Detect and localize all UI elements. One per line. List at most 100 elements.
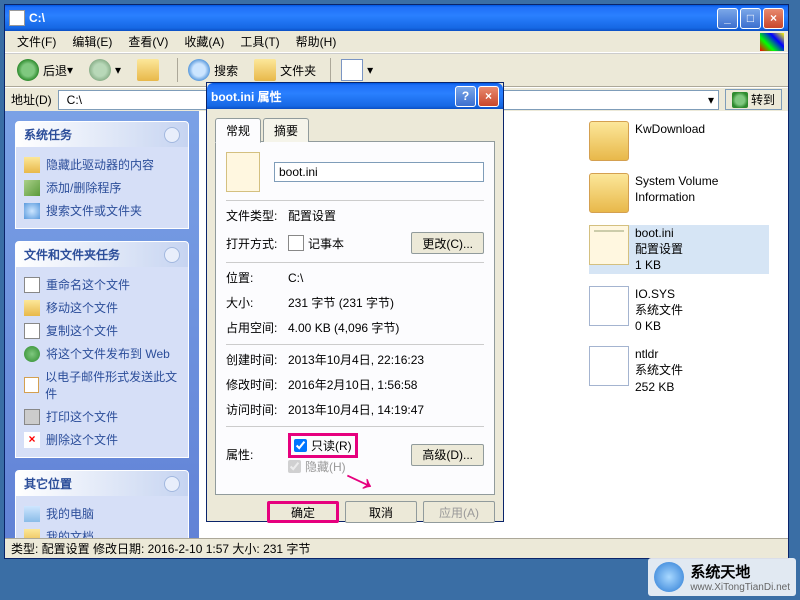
close-button[interactable]: × <box>763 8 784 29</box>
forward-button[interactable]: ▾ <box>83 57 127 83</box>
delete-icon: × <box>24 432 40 448</box>
views-button[interactable]: ▾ <box>335 57 379 83</box>
add-icon <box>24 180 40 196</box>
panel-other-places: 其它位置 我的电脑 我的文档 共享文档 网上邻居 <box>15 470 189 538</box>
task-copy[interactable]: 复制这个文件 <box>24 319 180 342</box>
file-item[interactable]: System VolumeInformation <box>589 173 769 213</box>
search-button[interactable]: 搜索 <box>182 57 244 83</box>
filename-input[interactable] <box>274 162 484 182</box>
file-name: IO.SYS <box>635 286 683 302</box>
address-label: 地址(D) <box>11 91 52 108</box>
openwith-value: 记事本 <box>308 235 344 252</box>
panel-title: 其它位置 <box>24 475 72 492</box>
forward-icon <box>89 59 111 81</box>
task-email[interactable]: 以电子邮件形式发送此文件 <box>24 365 180 405</box>
sys-icon <box>589 346 629 386</box>
mail-icon <box>24 377 39 393</box>
file-name: System Volume <box>635 173 718 189</box>
hidden-checkbox[interactable]: 隐藏(H) <box>288 458 346 475</box>
views-icon <box>341 59 363 81</box>
explorer-titlebar[interactable]: C:\ _ □ × <box>5 5 788 31</box>
file-name: ntldr <box>635 346 683 362</box>
panel-head-file[interactable]: 文件和文件夹任务 <box>16 242 188 267</box>
panel-head-other[interactable]: 其它位置 <box>16 471 188 496</box>
task-hide-drive[interactable]: 隐藏此驱动器的内容 <box>24 153 180 176</box>
folder-icon <box>24 157 40 173</box>
sys-icon <box>589 286 629 326</box>
folders-button[interactable]: 文件夹 <box>248 57 322 83</box>
ok-button[interactable]: 确定 <box>267 501 339 523</box>
readonly-checkbox[interactable]: 只读(R) <box>288 433 358 458</box>
attributes-label: 属性: <box>226 446 288 463</box>
task-publish[interactable]: 将这个文件发布到 Web <box>24 342 180 365</box>
menu-edit[interactable]: 编辑(E) <box>64 31 120 52</box>
close-button[interactable]: × <box>478 86 499 107</box>
go-button[interactable]: 转到 <box>725 89 782 110</box>
task-add-remove[interactable]: 添加/删除程序 <box>24 176 180 199</box>
cancel-button[interactable]: 取消 <box>345 501 417 523</box>
search-icon <box>188 59 210 81</box>
place-mydocs[interactable]: 我的文档 <box>24 525 180 538</box>
move-icon <box>24 300 40 316</box>
task-rename[interactable]: 重命名这个文件 <box>24 273 180 296</box>
ini-icon <box>589 225 629 265</box>
panel-title: 系统任务 <box>24 126 72 143</box>
folders-label: 文件夹 <box>280 62 316 79</box>
tab-summary[interactable]: 摘要 <box>263 118 309 142</box>
address-value: C:\ <box>67 93 82 107</box>
menu-file[interactable]: 文件(F) <box>9 31 64 52</box>
file-item[interactable]: IO.SYS系统文件0 KB <box>589 286 769 335</box>
properties-titlebar[interactable]: boot.ini 属性 ? × <box>207 83 503 109</box>
status-text: 类型: 配置设置 修改日期: 2016-2-10 1:57 大小: 231 字节 <box>11 540 310 557</box>
place-mycomputer[interactable]: 我的电脑 <box>24 502 180 525</box>
tabs: 常规 摘要 <box>215 118 495 142</box>
file-item[interactable]: KwDownload <box>589 121 769 161</box>
folder-icon <box>589 173 629 213</box>
size-value: 231 字节 (231 字节) <box>288 294 484 311</box>
advanced-button[interactable]: 高级(D)... <box>411 444 484 466</box>
panel-file-tasks: 文件和文件夹任务 重命名这个文件 移动这个文件 复制这个文件 将这个文件发布到 … <box>15 241 189 458</box>
watermark-title: 系统天地 <box>690 561 790 582</box>
type-value: 配置设置 <box>288 207 484 224</box>
file-item-selected[interactable]: boot.ini配置设置1 KB <box>589 225 769 274</box>
apply-button[interactable]: 应用(A) <box>423 501 495 523</box>
chevron-icon <box>164 247 180 263</box>
type-label: 文件类型: <box>226 207 288 224</box>
menubar: 文件(F) 编辑(E) 查看(V) 收藏(A) 工具(T) 帮助(H) <box>5 31 788 53</box>
print-icon <box>24 409 40 425</box>
menu-tools[interactable]: 工具(T) <box>232 31 287 52</box>
panel-system-tasks: 系统任务 隐藏此驱动器的内容 添加/删除程序 搜索文件或文件夹 <box>15 121 189 229</box>
task-print[interactable]: 打印这个文件 <box>24 405 180 428</box>
accessed-value: 2013年10月4日, 14:19:47 <box>288 401 484 418</box>
task-delete[interactable]: ×删除这个文件 <box>24 428 180 451</box>
tab-pane: 文件类型:配置设置 打开方式:记事本更改(C)... 位置:C:\ 大小:231… <box>215 141 495 495</box>
maximize-button[interactable]: □ <box>740 8 761 29</box>
location-value: C:\ <box>288 271 484 285</box>
windows-logo-icon <box>760 33 784 51</box>
copy-icon <box>24 323 40 339</box>
panel-head-system[interactable]: 系统任务 <box>16 122 188 147</box>
tab-general[interactable]: 常规 <box>215 118 261 143</box>
folder-icon <box>589 121 629 161</box>
change-button[interactable]: 更改(C)... <box>411 232 484 254</box>
back-button[interactable]: 后退 ▾ <box>11 57 79 83</box>
chevron-icon <box>164 476 180 492</box>
created-value: 2013年10月4日, 22:16:23 <box>288 351 484 368</box>
created-label: 创建时间: <box>226 351 288 368</box>
watermark-logo-icon <box>654 562 684 592</box>
help-button[interactable]: ? <box>455 86 476 107</box>
up-icon <box>137 59 159 81</box>
menu-favorites[interactable]: 收藏(A) <box>176 31 232 52</box>
folder-icon <box>254 59 276 81</box>
minimize-button[interactable]: _ <box>717 8 738 29</box>
up-button[interactable] <box>131 57 169 83</box>
file-item[interactable]: ntldr系统文件252 KB <box>589 346 769 395</box>
task-search[interactable]: 搜索文件或文件夹 <box>24 199 180 222</box>
go-label: 转到 <box>751 91 775 108</box>
properties-dialog: boot.ini 属性 ? × 常规 摘要 文件类型:配置设置 打开方式:记事本… <box>206 82 504 522</box>
menu-view[interactable]: 查看(V) <box>120 31 176 52</box>
task-move[interactable]: 移动这个文件 <box>24 296 180 319</box>
watermark-url: www.XiTongTianDi.net <box>690 582 790 593</box>
menu-help[interactable]: 帮助(H) <box>288 31 345 52</box>
rename-icon <box>24 277 40 293</box>
